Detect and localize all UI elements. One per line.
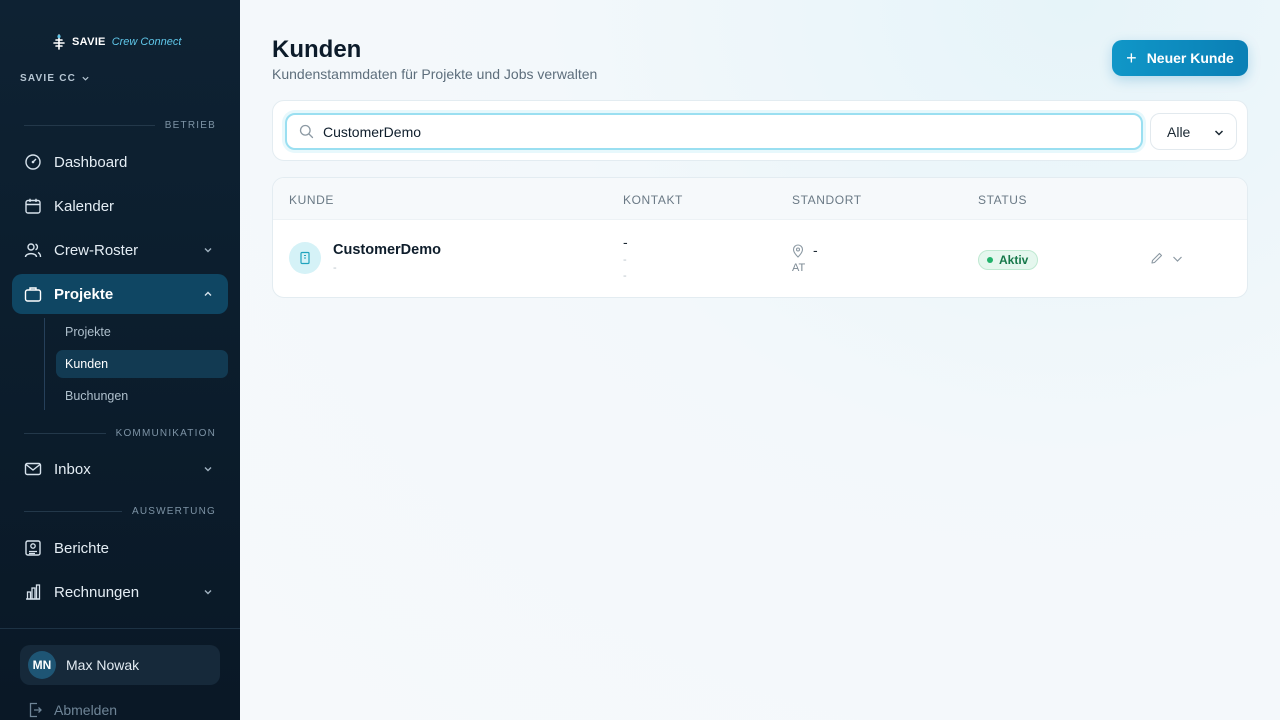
customer-name[interactable]: CustomerDemo [333, 242, 441, 258]
contact-name: - [623, 234, 628, 250]
subnav-item-projekte[interactable]: Projekte [56, 318, 228, 346]
sidebar-item-label: Dashboard [54, 153, 128, 171]
logout-label: Abmelden [54, 702, 118, 718]
sidebar-item-label: Rechnungen [54, 583, 140, 601]
dashboard-icon [24, 153, 42, 171]
brand-name: SAVIE [72, 36, 106, 48]
status-filter-select[interactable]: Alle [1150, 113, 1237, 150]
sidebar-item-berichte[interactable]: Berichte [12, 528, 228, 568]
workspace-switcher[interactable]: SAVIE CC [20, 73, 90, 84]
subnav-item-buchungen[interactable]: Buchungen [56, 382, 228, 410]
section-label: KOMMUNIKATION [115, 428, 216, 439]
chevron-up-icon [204, 291, 212, 296]
divider [24, 511, 122, 512]
report-icon [24, 539, 42, 557]
table-header: KUNDE KONTAKT STANDORT STATUS [273, 178, 1247, 220]
section-label: AUSWERTUNG [131, 506, 216, 517]
status-label: Aktiv [999, 253, 1029, 267]
sidebar: SAVIE Crew Connect SAVIE CC BETRIEB Dash… [0, 0, 240, 720]
sidebar-item-label: Projekte [54, 285, 114, 303]
sidebar-item-label: Crew-Roster [54, 241, 139, 259]
customers-table: KUNDE KONTAKT STANDORT STATUS CustomerDe… [272, 177, 1248, 298]
status-filter-value: Alle [1167, 123, 1191, 140]
avatar: MN [28, 651, 56, 679]
app-logo[interactable]: SAVIE Crew Connect [52, 34, 181, 50]
bar-chart-icon [24, 583, 42, 601]
product-name: Crew Connect [111, 36, 182, 48]
sidebar-item-label: Kalender [54, 197, 115, 215]
location-city: - [813, 242, 818, 258]
section-kommunikation: KOMMUNIKATION [24, 428, 216, 439]
sidebar-item-kalender[interactable]: Kalender [12, 186, 228, 226]
sidebar-item-crew-roster[interactable]: Crew-Roster [12, 230, 228, 270]
subnav-item-label: Kunden [65, 357, 109, 371]
customer-subtext: - [333, 262, 337, 274]
plus-icon: + [1126, 48, 1137, 68]
location-country: AT [792, 262, 806, 274]
chevron-down-icon [204, 248, 212, 253]
page-subtitle: Kundenstammdaten für Projekte und Jobs v… [272, 66, 598, 82]
users-icon [24, 241, 42, 259]
subnav-rail [44, 318, 45, 410]
user-card[interactable]: MN Max Nowak [20, 645, 220, 685]
main-content: Kunden Kundenstammdaten für Projekte und… [240, 0, 1280, 720]
subnav-item-label: Buchungen [65, 389, 129, 403]
section-label: BETRIEB [164, 120, 216, 131]
chevron-down-icon [82, 76, 89, 81]
divider [24, 433, 106, 434]
chevron-down-icon[interactable] [1172, 254, 1183, 264]
contact-email: - [623, 254, 627, 266]
section-betrieb: BETRIEB [24, 120, 216, 131]
mail-icon [24, 460, 42, 478]
column-header-status[interactable]: STATUS [978, 193, 1027, 207]
new-customer-label: Neuer Kunde [1146, 50, 1234, 66]
logo-icon [53, 34, 65, 50]
new-customer-button[interactable]: + Neuer Kunde [1112, 40, 1248, 76]
search-box[interactable] [285, 113, 1143, 150]
briefcase-icon [24, 285, 42, 303]
divider [0, 628, 240, 629]
column-header-kontakt[interactable]: KONTAKT [623, 193, 683, 207]
logout-icon [29, 702, 42, 718]
user-name: Max Nowak [66, 657, 140, 673]
sidebar-item-inbox[interactable]: Inbox [12, 449, 228, 489]
workspace-name: SAVIE CC [20, 73, 77, 84]
subnav-item-kunden[interactable]: Kunden [56, 350, 228, 378]
chevron-down-icon [1214, 130, 1224, 136]
page-title: Kunden [272, 36, 362, 63]
map-pin-icon [792, 244, 804, 258]
column-header-standort[interactable]: STANDORT [792, 193, 862, 207]
edit-pencil-icon[interactable] [1150, 251, 1164, 265]
filter-bar: Alle [272, 100, 1248, 161]
logout-button[interactable]: Abmelden [28, 702, 117, 718]
sidebar-item-projekte[interactable]: Projekte [12, 274, 228, 314]
section-auswertung: AUSWERTUNG [24, 506, 216, 517]
chevron-down-icon [204, 590, 212, 595]
search-icon [299, 124, 314, 139]
building-icon [289, 242, 321, 274]
sidebar-item-dashboard[interactable]: Dashboard [12, 142, 228, 182]
column-header-kunde[interactable]: KUNDE [289, 193, 334, 207]
calendar-icon [24, 197, 42, 215]
contact-phone: - [623, 270, 627, 282]
table-row[interactable]: CustomerDemo - - - - - AT Aktiv [273, 220, 1247, 297]
search-input[interactable] [323, 123, 1123, 140]
chevron-down-icon [204, 467, 212, 472]
sidebar-item-label: Inbox [54, 460, 91, 478]
subnav-item-label: Projekte [65, 325, 111, 339]
sidebar-item-rechnungen[interactable]: Rechnungen [12, 572, 228, 612]
divider [24, 125, 155, 126]
sidebar-item-label: Berichte [54, 539, 110, 557]
status-badge: Aktiv [978, 250, 1039, 270]
status-dot-icon [987, 257, 993, 263]
